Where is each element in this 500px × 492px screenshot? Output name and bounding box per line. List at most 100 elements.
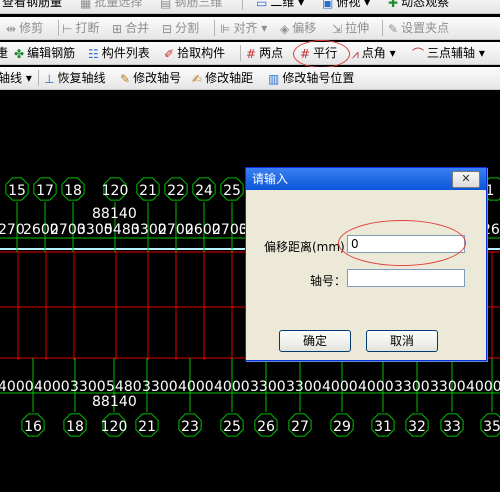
top-view-dropdown[interactable]: ▣ 俯视 ▾ [322, 0, 370, 13]
axis-number-text: 24 [195, 183, 213, 199]
rebar-3d-icon: ▤ [160, 0, 172, 10]
orbit-icon: ✚ [388, 0, 399, 10]
component-list-button[interactable]: ☷ 构件列表 [88, 42, 150, 64]
dimension-value: 4000 [0, 379, 34, 395]
parallel-button[interactable]: # 平行 [300, 42, 337, 64]
stretch-button[interactable]: ⇲ 拉伸 [332, 17, 369, 39]
split-button[interactable]: ⊟ 分割 [162, 17, 199, 39]
view-rebar-quantity-button[interactable]: 查看钢筋量 [2, 0, 62, 13]
input-dialog: 请输入 ✕ 偏移距离(mm)： 轴号： 确定 取消 [245, 167, 487, 361]
ok-label: 确定 [302, 334, 327, 348]
restore-axis-icon: ⊥ [44, 71, 55, 86]
pick-component-button[interactable]: ✐ 拾取构件 [164, 42, 225, 64]
ok-button[interactable]: 确定 [279, 330, 351, 352]
list-icon: ☷ [88, 46, 99, 61]
axis-number-text: 16 [24, 419, 42, 435]
point-angle-icon: ⩘ [352, 46, 359, 61]
three-point-aux-axis-button[interactable]: ⌒ 三点辅轴 ▾ [412, 42, 485, 64]
restore-axis-label: 恢复轴线 [57, 71, 106, 85]
bottom-axis-bubbles: 16 18 120 21 23 25 26 27 29 31 32 33 35 [21, 413, 500, 437]
offset-distance-input[interactable] [347, 235, 465, 253]
rebar-3d-button[interactable]: ▤ 钢筋三维 [160, 0, 222, 13]
dimension-value: 3300 [142, 379, 178, 395]
axis-number-text: 35 [483, 419, 500, 435]
dimension-value: 4000 [358, 379, 394, 395]
offset-label: 偏移 [292, 21, 317, 35]
component-list-label: 构件列表 [101, 46, 150, 60]
axis-number-text: 21 [139, 183, 157, 199]
align-icon: ⊫ [220, 21, 231, 36]
batch-select-label: 批量选择 [94, 0, 143, 9]
edit-rebar-button[interactable]: ✤ 编辑钢筋 [14, 42, 75, 64]
modify-axis-spacing-button[interactable]: ✍ 修改轴距 [192, 67, 253, 89]
dimension-value: 4000 [34, 379, 70, 395]
axis-number-text: 25 [223, 419, 241, 435]
axis-dropdown[interactable]: 轴线 ▾ [0, 67, 32, 89]
axis-number-text: 120 [101, 419, 128, 435]
axis-number-text: 18 [66, 419, 84, 435]
dimension-value: 270 [0, 222, 25, 238]
axis-number-text: 27 [291, 419, 309, 435]
view-2d-dropdown[interactable]: ▭ 二维 ▾ [256, 0, 304, 13]
set-grip-label: 设置夹点 [401, 21, 450, 35]
separator [242, 0, 243, 10]
pick-component-label: 拾取构件 [177, 46, 226, 60]
close-icon: ✕ [461, 172, 471, 185]
trim-button[interactable]: ⇹ 修剪 [6, 17, 43, 39]
parallel-label: 平行 [313, 46, 338, 60]
restore-axis-button[interactable]: ⊥ 恢复轴线 [44, 67, 105, 89]
dynamic-orbit-button[interactable]: ✚ 动态观察 [388, 0, 449, 13]
point-angle-button[interactable]: ⩘ 点角 ▾ [352, 42, 396, 64]
dimension-value: 3300 [430, 379, 466, 395]
dimension-value: 3300 [394, 379, 430, 395]
axis-number-text: 32 [408, 419, 426, 435]
grip-icon: ✎ [388, 21, 399, 36]
toolbar-row-3: 疌 ✤编辑钢筋 ☷构件列表 ✐拾取构件 #两点 #平行 ⩘点角 ▾ ⌒三点辅轴 … [0, 42, 500, 65]
dimension-value: 4000 [178, 379, 214, 395]
axis-number-text: 29 [333, 419, 351, 435]
dimension-value: 4000 [466, 379, 500, 395]
batch-select-icon: ▦ [80, 0, 92, 10]
trim-icon: ⇹ [6, 21, 17, 36]
edit-rebar-label: 编辑钢筋 [27, 46, 76, 60]
axis-number-text: 18 [64, 183, 82, 199]
axis-number-text: 21 [138, 419, 156, 435]
dimension-value: 4000 [322, 379, 358, 395]
separator [240, 45, 241, 61]
pick-icon: ✐ [164, 46, 175, 61]
2d-view-icon: ▭ [256, 0, 268, 10]
offset-button[interactable]: ◈ 偏移 [280, 17, 316, 39]
modify-axis-number-icon: ✎ [120, 71, 131, 86]
modify-axis-number-position-button[interactable]: ▥ 修改轴号位置 [268, 67, 354, 89]
merge-label: 合并 [125, 21, 150, 35]
rebar-3d-label: 钢筋三维 [174, 0, 223, 9]
modify-axis-number-button[interactable]: ✎ 修改轴号 [120, 67, 181, 89]
cancel-button[interactable]: 取消 [366, 330, 438, 352]
axis-number-input[interactable] [347, 269, 465, 287]
break-button[interactable]: ⊢ 打断 [62, 17, 99, 39]
top-view-icon: ▣ [322, 0, 334, 10]
modify-axis-number-position-label: 修改轴号位置 [282, 71, 355, 85]
axis-number-text: 25 [223, 183, 241, 199]
batch-select-button[interactable]: ▦ 批量选择 [80, 0, 142, 13]
trim-label: 修剪 [19, 21, 44, 35]
axis-number-text: 23 [181, 419, 199, 435]
modify-axis-number-label: 修改轴号 [133, 71, 182, 85]
parallel-icon: # [300, 46, 311, 61]
set-grip-button[interactable]: ✎ 设置夹点 [388, 17, 449, 39]
dialog-close-button[interactable]: ✕ [452, 171, 480, 188]
merge-icon: ⊞ [112, 21, 123, 36]
align-dropdown[interactable]: ⊫ 对齐 ▾ [220, 17, 267, 39]
toolbar-partial-glyph: 疌 [0, 42, 8, 64]
toolbar-row-1: 查看钢筋量 ▦ 批量选择 ▤ 钢筋三维 ▭ 二维 ▾ ▣ 俯视 ▾ ✚ 动态观察 [0, 0, 500, 14]
axis-number-text: 31 [374, 419, 392, 435]
modify-axis-spacing-label: 修改轴距 [205, 71, 254, 85]
modify-axis-spacing-icon: ✍ [192, 71, 203, 86]
dimension-value: 3300 [250, 379, 286, 395]
two-point-button[interactable]: # 两点 [246, 42, 283, 64]
dimension-value: 4000 [214, 379, 250, 395]
merge-button[interactable]: ⊞ 合并 [112, 17, 149, 39]
two-point-icon: # [246, 46, 257, 61]
split-label: 分割 [175, 21, 200, 35]
dynamic-orbit-label: 动态观察 [401, 0, 450, 9]
